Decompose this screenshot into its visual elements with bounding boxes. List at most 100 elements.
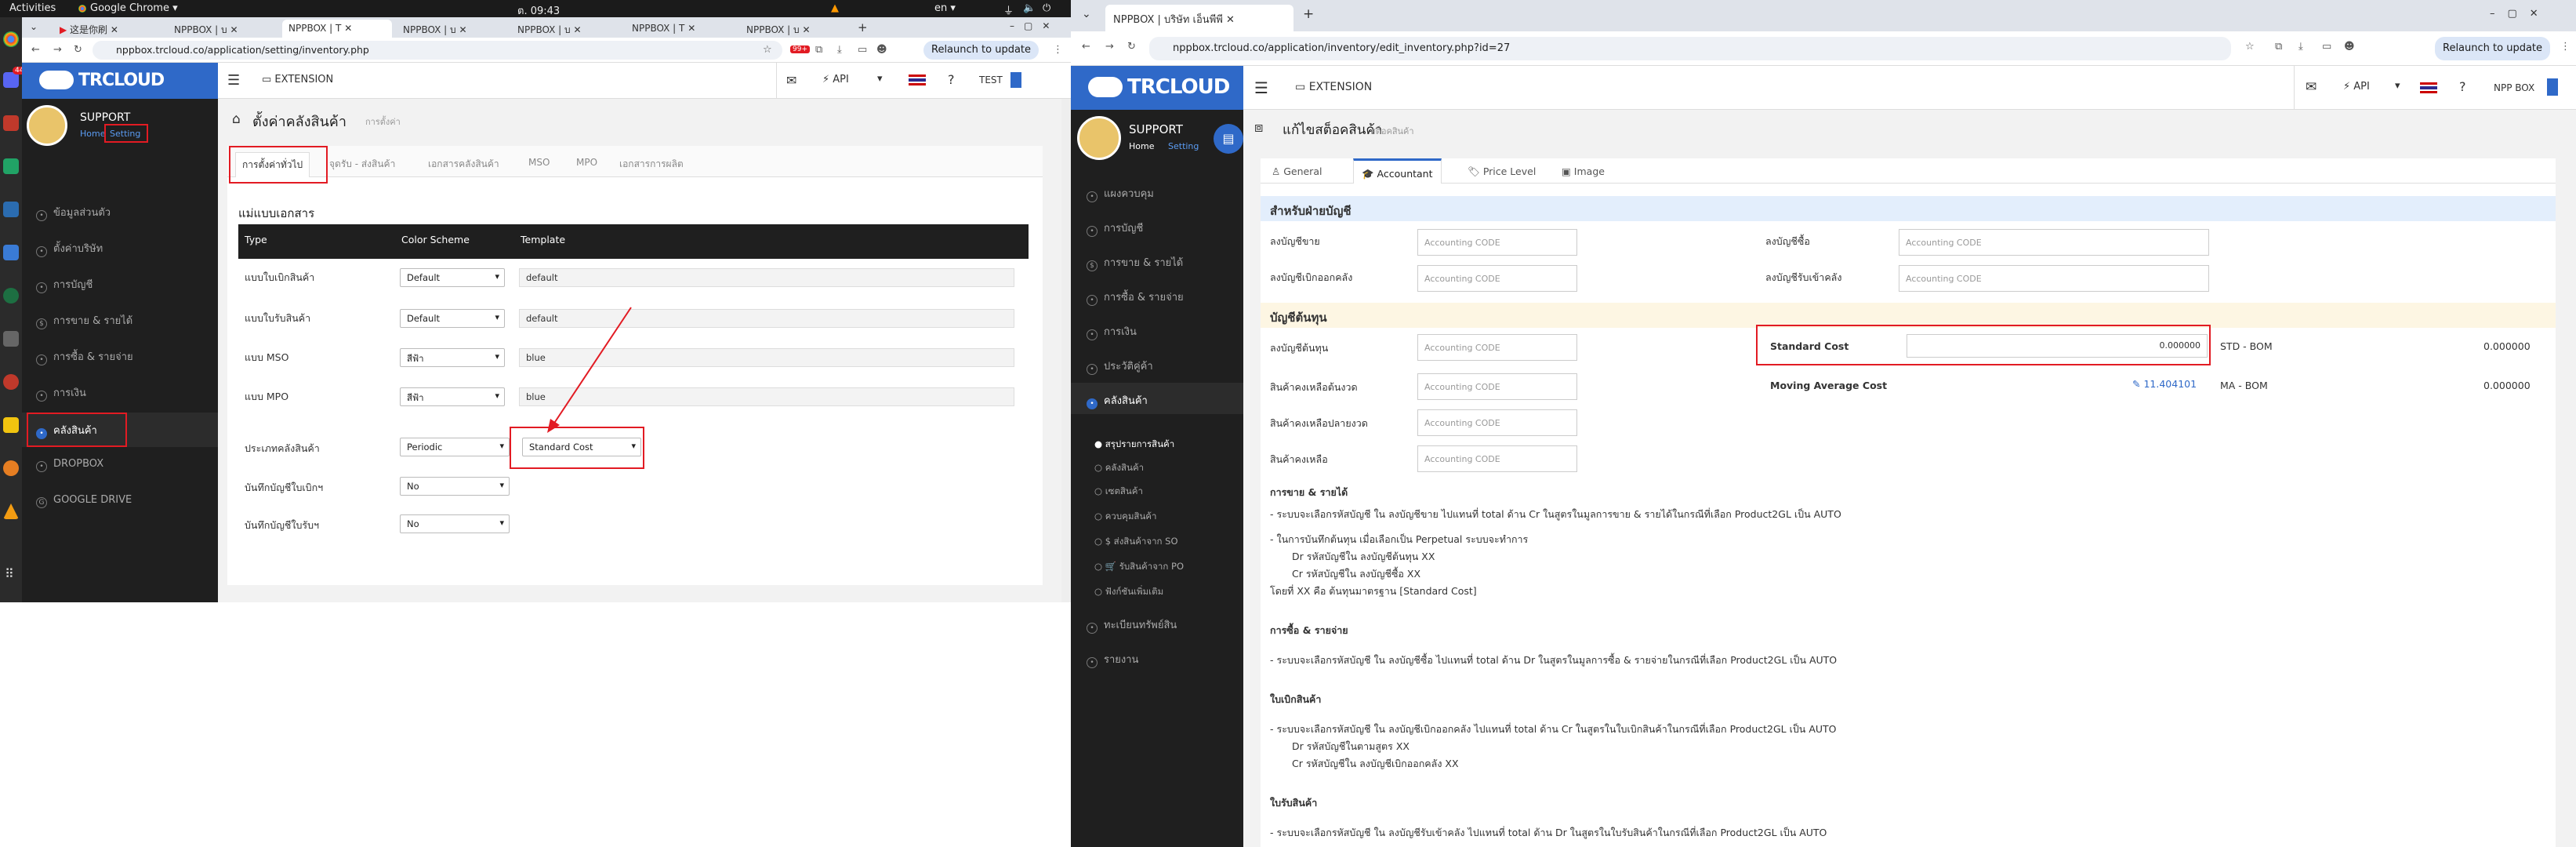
avatar[interactable] bbox=[27, 105, 67, 146]
user-badge-icon[interactable] bbox=[1010, 72, 1021, 88]
submenu-control[interactable]: ○ ควบคุมสินค้า bbox=[1094, 510, 1156, 524]
bookmark-star-icon[interactable]: ☆ bbox=[763, 44, 772, 56]
profile-home-link[interactable]: Home bbox=[80, 129, 105, 139]
tab-mso[interactable]: MSO bbox=[528, 157, 550, 168]
calculator-dock-icon[interactable] bbox=[3, 331, 19, 347]
avatar[interactable] bbox=[1077, 116, 1121, 160]
sidebar-item-assets[interactable]: • ทะเบียนทรัพย์สิน bbox=[1087, 616, 1177, 634]
postman-dock-icon[interactable] bbox=[3, 460, 19, 476]
profile-home-link[interactable]: Home bbox=[1129, 141, 1154, 151]
tab-search-button[interactable]: ▭ bbox=[2322, 41, 2331, 53]
tab-6[interactable]: NPPBOX | T ✕ bbox=[626, 20, 735, 38]
sidebar-item-dashboard[interactable]: • แผงควบคุม bbox=[1087, 185, 1154, 202]
dropdown-caret-icon[interactable]: ▾ bbox=[877, 73, 883, 85]
chrome-dock-icon[interactable] bbox=[3, 31, 19, 47]
app-menu[interactable]: Google Chrome ▾ bbox=[90, 2, 178, 14]
color-scheme-select[interactable]: Default bbox=[400, 309, 505, 328]
tab-image[interactable]: ▣ Image bbox=[1562, 165, 1605, 177]
relaunch-button[interactable]: Relaunch to update bbox=[923, 41, 1039, 60]
book-toggle-icon[interactable]: ▤ bbox=[1214, 124, 1243, 154]
user-name[interactable]: TEST bbox=[979, 75, 1003, 85]
discord-dock-icon[interactable] bbox=[3, 72, 19, 88]
hamburger-icon[interactable]: ☰ bbox=[227, 72, 240, 89]
tab-mpo[interactable]: MPO bbox=[576, 157, 597, 168]
power-icon[interactable]: ⏻ bbox=[1043, 2, 1050, 14]
tab-inventory-docs[interactable]: เอกสารคลังสินค้า bbox=[428, 157, 499, 172]
begin-inventory-input[interactable]: Accounting CODE bbox=[1417, 373, 1577, 400]
new-tab-button[interactable]: + bbox=[858, 20, 868, 35]
tab-search-button[interactable]: ▭ bbox=[858, 44, 867, 56]
sidebar-item-accounting[interactable]: • การบัญชี bbox=[1087, 220, 1143, 237]
clock[interactable]: ต. 09:43 bbox=[517, 2, 560, 19]
vlc-dock-icon[interactable] bbox=[3, 503, 19, 519]
anydesk-dock-icon[interactable] bbox=[3, 374, 19, 390]
tab-2[interactable]: NPPBOX | บ ✕ bbox=[168, 20, 278, 38]
tab-search-icon[interactable]: ⌄ bbox=[1082, 8, 1091, 20]
sidebar-item-finance[interactable]: • การเงิน bbox=[1087, 323, 1137, 340]
tab-accountant[interactable]: 🎓 Accountant bbox=[1353, 158, 1442, 184]
mail-icon[interactable]: ✉ bbox=[786, 73, 796, 88]
purchase-account-input[interactable]: Accounting CODE bbox=[1899, 229, 2209, 256]
address-bar[interactable]: nppbox.trcloud.co/application/setting/in… bbox=[93, 41, 782, 60]
tab-search-icon[interactable]: ⌄ bbox=[30, 21, 38, 32]
sidebar-item-sales[interactable]: $ การขาย & รายได้ bbox=[36, 312, 132, 329]
sidebar-item-inventory[interactable]: • คลังสินค้า bbox=[1087, 392, 1148, 409]
extension-link[interactable]: ▭ EXTENSION bbox=[1295, 81, 1372, 93]
volume-icon[interactable]: 🔈 bbox=[1023, 2, 1036, 14]
page-scrollbar[interactable] bbox=[1061, 99, 1071, 602]
mail-icon[interactable]: ✉ bbox=[2306, 79, 2317, 95]
api-link[interactable]: ⚡ API bbox=[2343, 81, 2370, 93]
download-icon[interactable]: ⤓ bbox=[2298, 41, 2303, 53]
app-dock-icon[interactable] bbox=[3, 245, 19, 260]
notes-dock-icon[interactable] bbox=[3, 417, 19, 433]
tab-4[interactable]: NPPBOX | บ ✕ bbox=[397, 20, 506, 38]
dropdown-caret-icon[interactable]: ▾ bbox=[2395, 80, 2400, 92]
vlc-tray-icon[interactable]: ▲ bbox=[831, 2, 839, 14]
tab-1[interactable]: ▶ 这是你刷 ✕ bbox=[53, 20, 163, 38]
sidebar-item-reports[interactable]: • รายงาน bbox=[1087, 651, 1138, 668]
menu-kebab-icon[interactable]: ⋮ bbox=[2560, 41, 2571, 53]
submenu-summary[interactable]: ● สรุปรายการสินค้า bbox=[1094, 438, 1174, 452]
color-scheme-select[interactable]: Default bbox=[400, 268, 505, 287]
sidebar-item-profile[interactable]: • ข้อมูลส่วนตัว bbox=[36, 204, 111, 221]
tab-production-docs[interactable]: เอกสารการผลิต bbox=[619, 157, 684, 172]
spreadsheet-dock-icon[interactable] bbox=[3, 158, 19, 174]
document-dock-icon[interactable] bbox=[3, 202, 19, 217]
user-name[interactable]: NPP BOX bbox=[2494, 82, 2534, 93]
tab-delivery[interactable]: จุดรับ - ส่งสินค้า bbox=[329, 157, 395, 172]
forward-icon[interactable]: → bbox=[1105, 41, 1114, 53]
extension-badge[interactable]: 99+ bbox=[790, 45, 810, 53]
tab-active[interactable]: NPPBOX | บริษัท เอ็นพีพี ✕ bbox=[1105, 5, 1293, 31]
window-controls[interactable]: –▢✕ bbox=[2490, 8, 2551, 20]
sidebar-item-purchase[interactable]: • การซื้อ & รายจ่าย bbox=[36, 348, 133, 365]
balance-inventory-input[interactable]: Accounting CODE bbox=[1417, 445, 1577, 472]
brand-logo[interactable]: TRCLOUD bbox=[1127, 75, 1230, 99]
submenu-set[interactable]: ○ เซตสินค้า bbox=[1094, 485, 1143, 499]
profile-setting-link[interactable]: Setting bbox=[1168, 141, 1199, 151]
thai-flag-icon[interactable] bbox=[909, 75, 926, 85]
extensions-icon[interactable]: ⧉ bbox=[815, 44, 822, 56]
issue-account-input[interactable]: Accounting CODE bbox=[1417, 265, 1577, 292]
receive-posting-select[interactable]: No bbox=[400, 514, 510, 533]
tab-general[interactable]: ♙ General bbox=[1272, 165, 1322, 177]
submenu-warehouse[interactable]: ○ คลังสินค้า bbox=[1094, 461, 1144, 475]
help-icon[interactable]: ? bbox=[948, 72, 955, 87]
extensions-icon[interactable]: ⧉ bbox=[2275, 41, 2282, 53]
relaunch-button[interactable]: Relaunch to update bbox=[2435, 37, 2551, 60]
user-badge-icon[interactable] bbox=[2547, 78, 2558, 96]
issue-posting-select[interactable]: No bbox=[400, 477, 510, 496]
hamburger-icon[interactable]: ☰ bbox=[1254, 78, 1268, 97]
reload-icon[interactable]: ↻ bbox=[1127, 41, 1136, 53]
sidebar-item-finance[interactable]: • การเงิน bbox=[36, 384, 86, 402]
profile-icon[interactable]: ☻ bbox=[2344, 41, 2355, 53]
tab-7[interactable]: NPPBOX | บ ✕ bbox=[740, 20, 850, 38]
brand-logo[interactable]: TRCLOUD bbox=[78, 71, 165, 90]
sales-account-input[interactable]: Accounting CODE bbox=[1417, 229, 1577, 256]
inventory-type-select[interactable]: Periodic bbox=[400, 438, 510, 456]
forward-icon[interactable]: → bbox=[53, 44, 62, 56]
color-scheme-select[interactable]: สีฟ้า bbox=[400, 348, 505, 367]
receive-account-input[interactable]: Accounting CODE bbox=[1899, 265, 2209, 292]
download-icon[interactable]: ⤓ bbox=[837, 44, 842, 56]
submenu-receive-po[interactable]: ○ 🛒 รับสินค้าจาก PO bbox=[1094, 560, 1184, 574]
sidebar-item-gdrive[interactable]: G GOOGLE DRIVE bbox=[36, 494, 132, 508]
